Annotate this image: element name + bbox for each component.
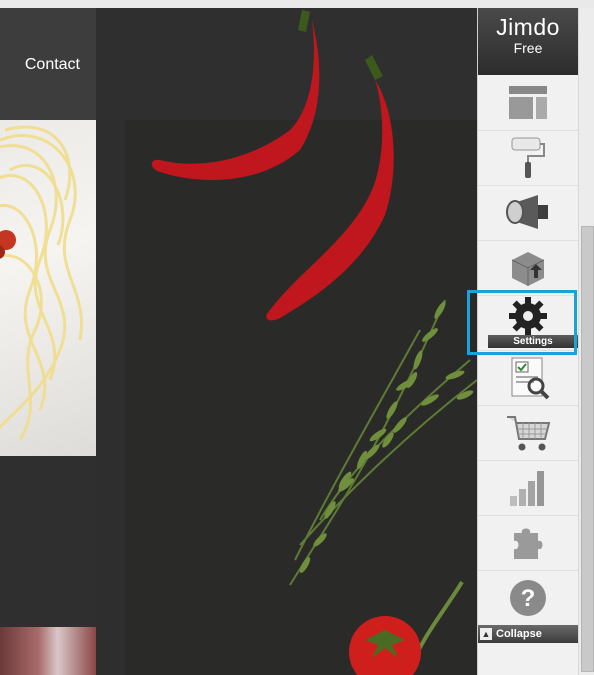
jimdo-logo: Jimdo Free xyxy=(478,8,578,75)
upgrade-button[interactable] xyxy=(478,241,578,296)
browser-top-strip xyxy=(0,0,594,8)
puzzle-icon xyxy=(514,528,543,559)
megaphone-icon xyxy=(506,195,548,229)
paint-roller-icon xyxy=(511,137,545,178)
shopping-cart-icon xyxy=(507,416,551,451)
settings-highlight-box xyxy=(467,290,577,355)
left-dark-panel xyxy=(0,456,96,627)
chili-pepper-1 xyxy=(151,20,320,180)
svg-text:?: ? xyxy=(521,585,536,612)
jimdo-brand: Jimdo xyxy=(496,14,560,40)
chili-stem-1 xyxy=(298,10,310,32)
nav-contact-link[interactable]: Contact xyxy=(25,56,80,74)
store-button[interactable] xyxy=(478,406,578,461)
help-icon: ? xyxy=(510,580,546,616)
scrollbar-thumb[interactable] xyxy=(581,226,594,672)
collapse-button[interactable]: ▲ Collapse xyxy=(478,625,578,643)
seo-report-icon xyxy=(511,357,550,400)
layout-icon xyxy=(509,86,547,119)
food-illustration xyxy=(151,10,477,675)
upload-box-icon xyxy=(511,252,545,286)
chili-pepper-2 xyxy=(266,80,394,321)
seo-button[interactable] xyxy=(478,351,578,406)
page-scrollbar[interactable] xyxy=(578,8,594,675)
statistics-button[interactable] xyxy=(478,461,578,516)
chili-stem-2 xyxy=(365,55,383,80)
layout-button[interactable] xyxy=(478,76,578,131)
collapse-label: Collapse xyxy=(496,628,542,640)
marketing-button[interactable] xyxy=(478,186,578,241)
help-button[interactable]: ? xyxy=(478,571,578,626)
addons-button[interactable] xyxy=(478,516,578,571)
jimdo-plan: Free xyxy=(513,40,543,56)
design-button[interactable] xyxy=(478,131,578,186)
site-nav: Contact xyxy=(0,8,96,120)
collapse-arrow-icon: ▲ xyxy=(480,628,492,641)
second-dish-image xyxy=(0,627,96,675)
pasta-image xyxy=(0,120,96,456)
statistics-bars-icon xyxy=(510,471,544,506)
